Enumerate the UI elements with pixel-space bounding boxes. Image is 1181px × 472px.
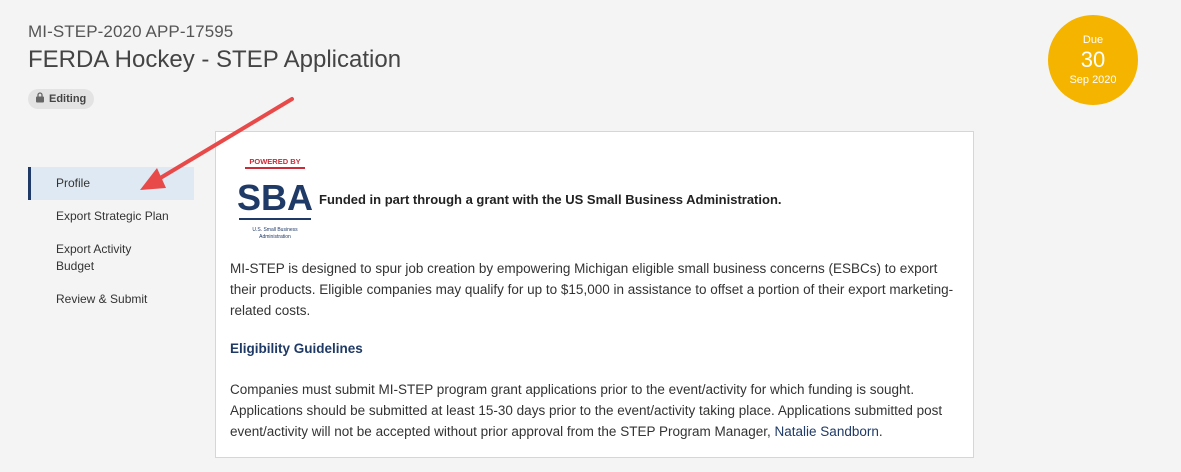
svg-text:U.S. Small Business: U.S. Small Business [252,227,298,233]
due-day: 30 [1080,47,1106,72]
nav-item-export-strategic-plan[interactable]: Export Strategic Plan [28,200,194,233]
eligibility-suffix: . [878,424,883,439]
svg-text:SBA: SBA [237,177,313,218]
due-label: Due [1082,34,1104,46]
contact-link[interactable]: Natalie Sandborn [775,424,879,439]
nav-item-export-activity-budget[interactable]: Export Activity Budget [28,233,168,283]
sba-logo: POWERED BY SBA U.S. Small Business Admin… [231,146,319,250]
due-date-badge: Due 30 Sep 2020 [1048,15,1138,105]
eligibility-guidelines-heading[interactable]: Eligibility Guidelines [230,341,363,356]
sidebar-nav: Profile Export Strategic Plan Export Act… [28,167,194,316]
editing-label: Editing [49,93,87,105]
content-card: POWERED BY SBA U.S. Small Business Admin… [215,131,974,458]
editing-badge: Editing [28,89,95,109]
svg-text:POWERED BY: POWERED BY [249,157,300,166]
nav-item-profile[interactable]: Profile [28,167,194,200]
funded-statement: Funded in part through a grant with the … [319,192,782,207]
page-title: FERDA Hockey - STEP Application [28,46,402,73]
due-month: Sep 2020 [1069,74,1117,86]
program-intro: MI-STEP is designed to spur job creation… [230,261,954,318]
nav-item-review-submit[interactable]: Review & Submit [28,283,194,316]
application-id: MI-STEP-2020 APP-17595 [28,22,234,41]
eligibility-text: Companies must submit MI-STEP program gr… [230,379,962,442]
svg-text:Administration: Administration [259,234,291,240]
lock-icon [35,92,45,106]
